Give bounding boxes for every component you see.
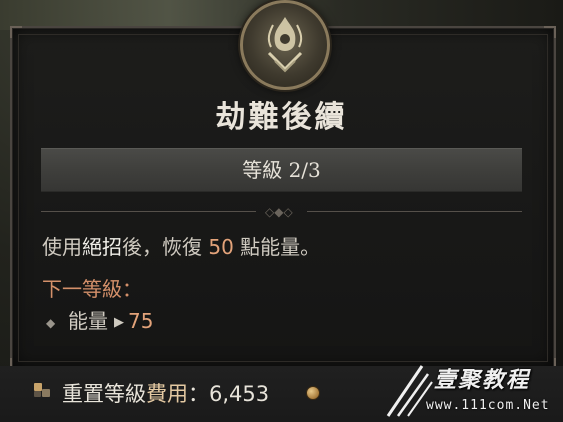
desc-suffix: 點能量。 <box>233 235 321 259</box>
skill-title: 劫難後續 <box>215 100 348 135</box>
divider: ◇◆◇ <box>41 205 522 219</box>
reset-cost-label: 重置等級費用：6,453 <box>62 378 269 408</box>
desc-value: 50 <box>208 235 234 259</box>
watermark-title: 壹聚教程 <box>434 368 531 393</box>
bullet-icon: ◆ <box>46 315 56 330</box>
next-rank-stat-name: 能量 <box>68 309 108 333</box>
skill-description: 使用絕招後，恢復 50 點能量。 <box>42 231 320 260</box>
skill-emblem-icon <box>240 0 330 90</box>
divider-ornament-icon: ◇◆◇ <box>265 205 293 219</box>
desc-keyword[interactable]: 絕招 <box>82 235 122 259</box>
frame-corner <box>544 26 556 38</box>
reset-label-suffix: ：6,453 <box>188 382 270 406</box>
reset-label-prefix: 重置等級 <box>62 382 146 406</box>
watermark-url: www.111com.Net <box>426 398 550 413</box>
watermark: 壹聚教程 www.111com.Net <box>378 360 558 418</box>
desc-middle: 後，恢復 <box>122 235 209 259</box>
arrow-right-icon: ▶ <box>114 315 124 330</box>
next-rank-label: 下一等級： <box>42 277 142 301</box>
game-screen: 劫難後續 等級 2/3 ◇◆◇ 使用絕招後，恢復 50 點能量。 下一等級： ◆… <box>0 0 563 422</box>
next-rank-stat: ◆ 能量 ▶ 75 <box>42 305 153 334</box>
respec-icon <box>34 383 50 397</box>
gold-coin-icon <box>306 386 320 400</box>
reset-label-gold: 費用 <box>146 382 188 406</box>
next-rank-stat-value: 75 <box>128 309 154 333</box>
rank-bar: 等級 2/3 <box>41 148 522 192</box>
rank-label: 等級 2/3 <box>242 158 321 182</box>
frame-corner <box>10 26 22 38</box>
desc-prefix: 使用 <box>42 235 82 259</box>
